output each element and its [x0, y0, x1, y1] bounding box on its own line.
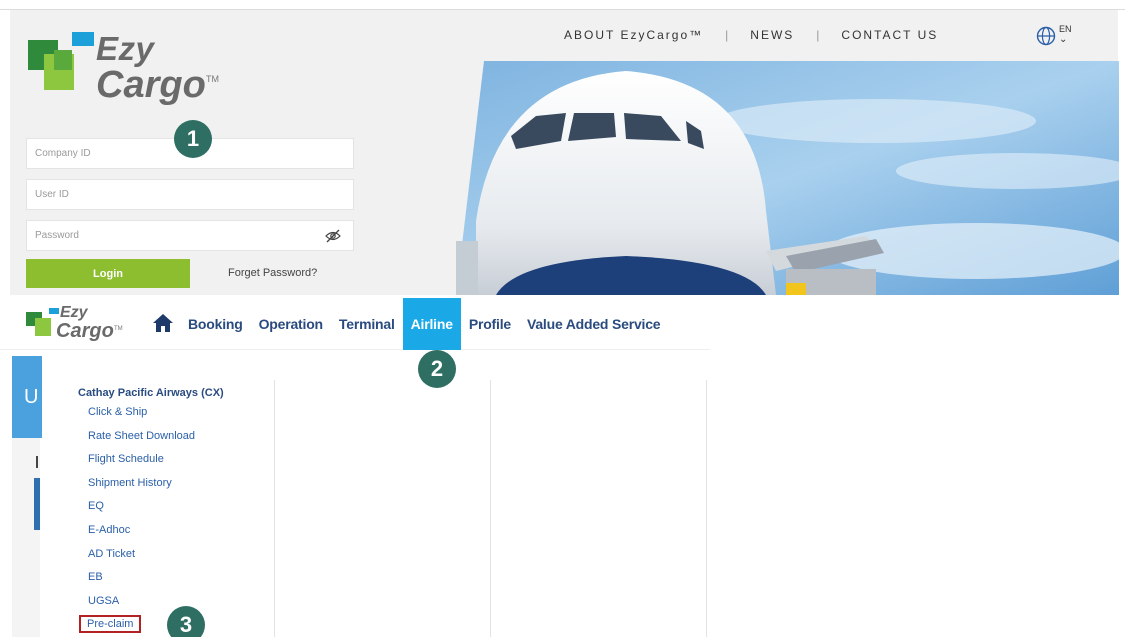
- logo-trademark: TM: [114, 326, 123, 332]
- background-tab-indicator: [34, 478, 40, 530]
- main-menu: Booking Operation Terminal Airline Profi…: [180, 298, 668, 350]
- dropdown-item-eb[interactable]: EB: [88, 569, 195, 593]
- menu-profile[interactable]: Profile: [461, 298, 519, 350]
- dropdown-item-e-adhoc[interactable]: E-Adhoc: [88, 522, 195, 546]
- password-input[interactable]: [27, 221, 353, 250]
- logo-word-cargo: Cargo: [56, 320, 114, 342]
- nav-separator: |: [816, 28, 820, 42]
- logo-square-mid: [54, 50, 72, 70]
- logo-square-blue: [49, 308, 59, 314]
- dropdown-item-eq[interactable]: EQ: [88, 498, 195, 522]
- menu-terminal[interactable]: Terminal: [331, 298, 403, 350]
- login-button[interactable]: Login: [26, 259, 190, 288]
- step-marker-1: 1: [174, 120, 212, 158]
- ezycargo-small-logo[interactable]: Ezy Cargo TM: [26, 304, 126, 344]
- column-divider: [490, 380, 491, 637]
- eye-slash-icon[interactable]: [325, 229, 341, 243]
- airline-dropdown-menu: Cathay Pacific Airways (CX) Click & Ship…: [42, 350, 710, 637]
- menu-booking[interactable]: Booking: [180, 298, 251, 350]
- background-page-header: U: [12, 356, 42, 438]
- user-id-input[interactable]: [27, 180, 353, 209]
- password-field[interactable]: [26, 220, 354, 251]
- nav-contact-link[interactable]: CONTACT US: [841, 28, 938, 42]
- chevron-down-icon: ⌄: [1059, 34, 1068, 45]
- menu-operation[interactable]: Operation: [251, 298, 331, 350]
- language-code: EN: [1059, 24, 1072, 34]
- logo-square-blue: [72, 32, 94, 46]
- main-navigation-bar: Ezy Cargo TM Booking Operation Terminal …: [0, 298, 710, 350]
- dropdown-item-flight-schedule[interactable]: Flight Schedule: [88, 451, 195, 475]
- user-id-field[interactable]: [26, 179, 354, 210]
- nav-about-link[interactable]: ABOUT EzyCargo™: [564, 28, 703, 42]
- step-marker-2: 2: [418, 350, 456, 388]
- language-selector[interactable]: EN ⌄: [1036, 24, 1076, 54]
- dropdown-item-rate-sheet[interactable]: Rate Sheet Download: [88, 428, 195, 452]
- step-marker-3: 3: [167, 606, 205, 637]
- logo-trademark: TM: [206, 74, 219, 84]
- dropdown-item-click-ship[interactable]: Click & Ship: [88, 404, 195, 428]
- column-divider: [706, 380, 707, 637]
- nav-news-link[interactable]: NEWS: [750, 28, 794, 42]
- menu-value-added-service[interactable]: Value Added Service: [519, 298, 668, 350]
- top-navigation: ABOUT EzyCargo™ | NEWS | CONTACT US: [564, 25, 938, 45]
- home-icon[interactable]: [152, 312, 174, 334]
- dropdown-item-ad-ticket[interactable]: AD Ticket: [88, 546, 195, 570]
- logo-word-ezy: Ezy: [96, 30, 155, 67]
- column-divider: [274, 380, 275, 637]
- airplane-illustration: [456, 61, 1119, 295]
- dropdown-item-list: Click & Ship Rate Sheet Download Flight …: [79, 404, 195, 637]
- forget-password-link[interactable]: Forget Password?: [228, 267, 317, 279]
- nav-separator: |: [725, 28, 729, 42]
- dropdown-item-shipment-history[interactable]: Shipment History: [88, 475, 195, 499]
- logo-square-light: [35, 318, 51, 336]
- login-panel: Ezy Cargo TM ABOUT EzyCargo™ | NEWS | CO…: [10, 10, 1119, 295]
- hero-airplane-image: [456, 61, 1119, 295]
- dropdown-heading-cathay: Cathay Pacific Airways (CX): [78, 387, 224, 399]
- menu-airline[interactable]: Airline: [402, 298, 461, 350]
- ezycargo-logo[interactable]: Ezy Cargo TM: [28, 30, 228, 110]
- logo-word-cargo: Cargo: [96, 64, 206, 106]
- background-mark: [36, 456, 38, 468]
- globe-icon: [1036, 26, 1056, 46]
